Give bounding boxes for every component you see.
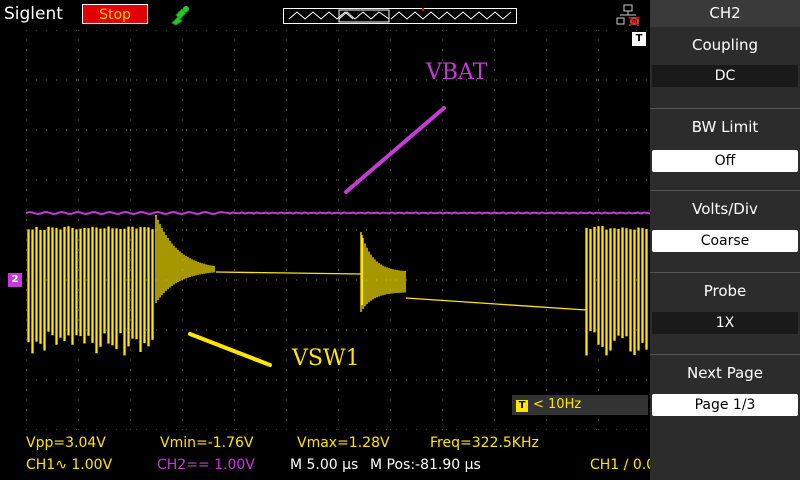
frequency-counter: T < 10Hz (512, 395, 648, 415)
trigger-icon: T (516, 400, 528, 412)
measurement-bar: Vpp=3.04V Vmin=-1.76V Vmax=1.28V Freq=32… (0, 432, 650, 480)
menu-title: CH2 (650, 0, 800, 27)
menu-item-next-page-value[interactable]: Page 1/3 (652, 394, 798, 416)
network-icon (616, 4, 640, 26)
vmax-readout: Vmax=1.28V (297, 435, 390, 451)
menu-item-bw-limit-value[interactable]: Off (652, 150, 798, 172)
menu-item-bw-limit-label[interactable]: BW Limit (650, 118, 800, 136)
frequency-counter-value: < 10Hz (533, 397, 581, 412)
menu-item-next-page-label[interactable]: Next Page (650, 364, 800, 382)
ch2-level-marker[interactable]: 2 (8, 273, 22, 287)
menu-item-coupling-label[interactable]: Coupling (650, 36, 800, 54)
vmin-readout: Vmin=-1.76V (160, 435, 254, 451)
menu-divider (650, 272, 800, 273)
menu-divider (650, 190, 800, 191)
memory-depth-bar (283, 8, 517, 24)
menu-item-volts-div-label[interactable]: Volts/Div (650, 200, 800, 218)
freq-readout: Freq=322.5KHz (430, 435, 539, 451)
vbat-pointer (346, 108, 444, 192)
vbat-label: VBAT (426, 60, 487, 85)
menu-item-volts-div-value[interactable]: Coarse (652, 230, 798, 252)
menu-divider (650, 354, 800, 355)
vpp-readout: Vpp=3.04V (26, 435, 106, 451)
ch2-trace (26, 212, 650, 214)
horizontal-position-readout: M Pos:-81.90 μs (370, 457, 481, 473)
status-bar: Siglent Stop (0, 0, 650, 30)
trigger-position-marker[interactable]: T (632, 32, 646, 46)
channel-menu: CH2 Coupling DC BW Limit Off Volts/Div C… (650, 0, 800, 480)
ch1-trace (28, 215, 647, 356)
ch2-scale-readout: CH2== 1.00V (157, 457, 255, 473)
trigger-edge-icon (168, 3, 192, 27)
vsw1-pointer (190, 334, 270, 365)
menu-item-probe-label[interactable]: Probe (650, 282, 800, 300)
timebase-readout: M 5.00 μs (290, 457, 358, 473)
brand-label: Siglent (4, 4, 63, 24)
run-stop-indicator[interactable]: Stop (82, 4, 148, 24)
menu-item-probe-value[interactable]: 1X (652, 312, 798, 334)
vsw1-label: VSW1 (292, 346, 360, 371)
ch1-scale-readout: CH1∿ 1.00V (26, 457, 112, 473)
menu-divider (650, 108, 800, 109)
menu-item-coupling-value[interactable]: DC (652, 65, 798, 87)
